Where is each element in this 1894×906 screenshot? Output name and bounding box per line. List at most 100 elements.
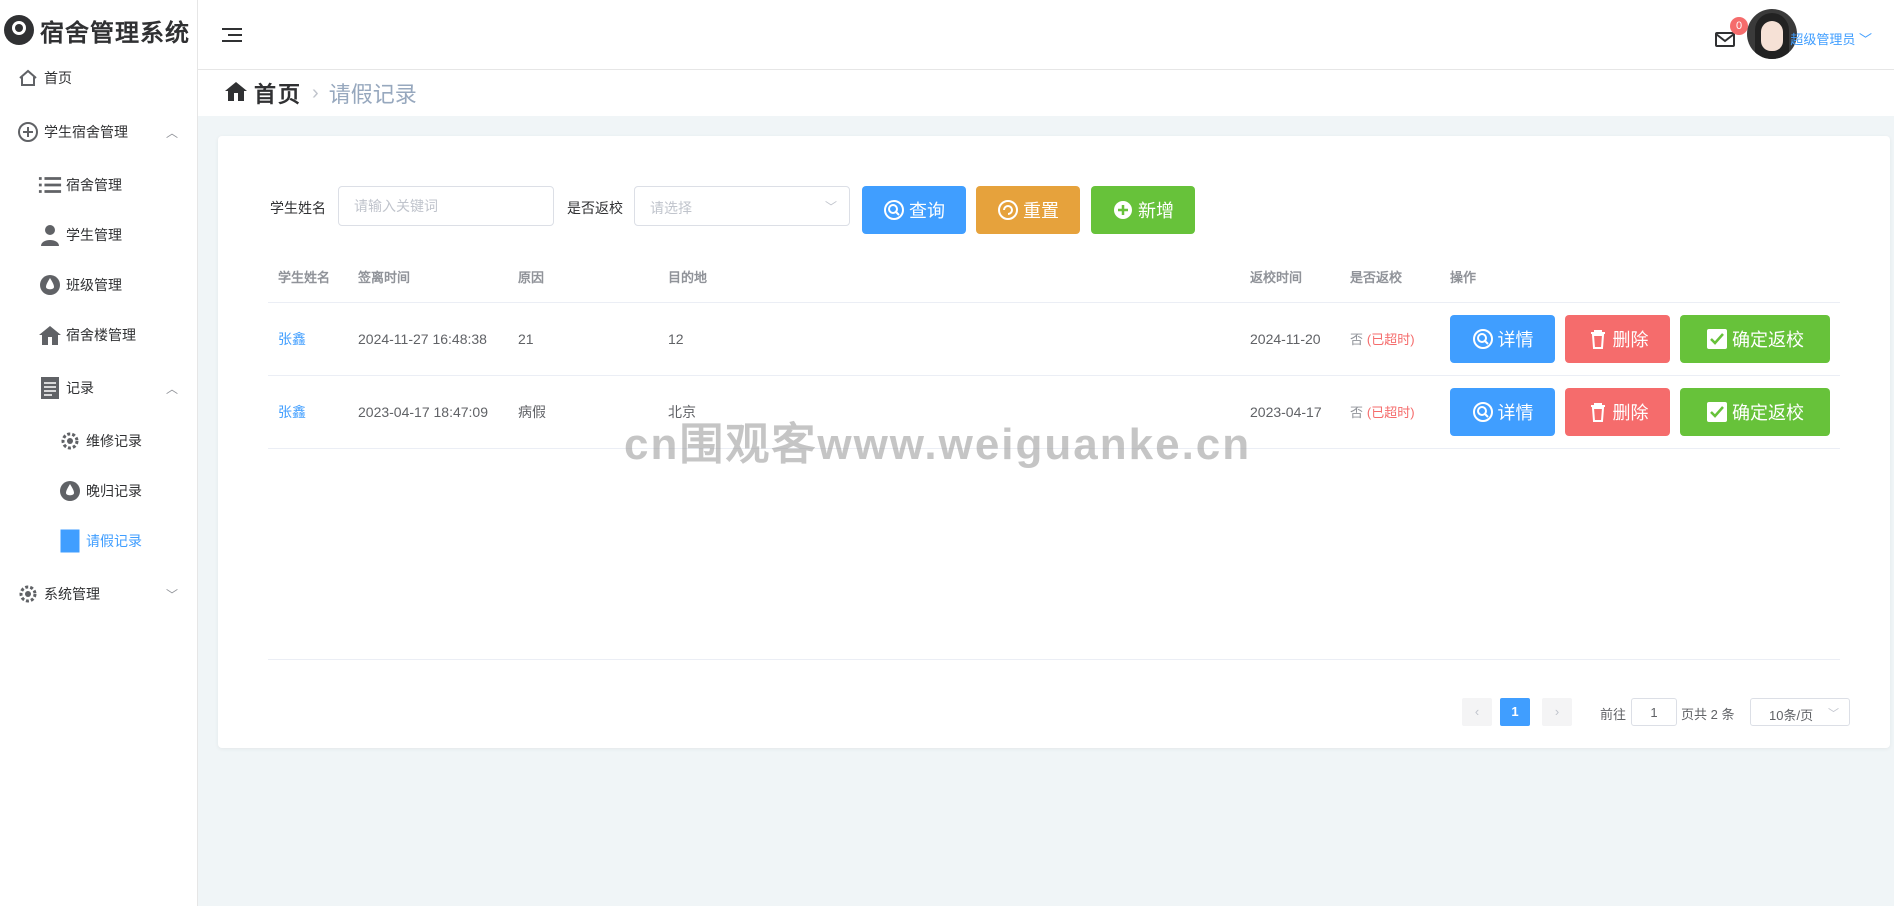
top-header: 0 超级管理员 ﹀: [198, 0, 1894, 70]
sidebar-item-late-return[interactable]: 晚归记录: [0, 471, 198, 511]
column-header: 原因: [518, 270, 545, 285]
sidebar-item-label: 学生管理: [66, 227, 122, 243]
user-menu[interactable]: 超级管理员 ﹀: [1790, 29, 1872, 48]
returned-status: 否 (已超时): [1350, 303, 1415, 376]
drop-icon: [58, 479, 82, 503]
app-title: 宿舍管理系统: [40, 19, 190, 47]
list-icon: [38, 173, 62, 197]
returned-value: 否: [1350, 332, 1364, 347]
gear-icon: [16, 582, 40, 606]
table-bottom-border: [268, 659, 1840, 660]
chevron-up-icon: ︿: [165, 381, 178, 396]
student-name-input[interactable]: [338, 186, 554, 226]
trash-icon: [1587, 328, 1609, 350]
next-page-button[interactable]: ›: [1542, 698, 1572, 726]
chevron-up-icon: ︿: [165, 125, 178, 140]
breadcrumb-current: 请假记录: [328, 82, 417, 107]
home-icon: [16, 66, 40, 90]
leave-time: 2023-04-17 18:47:09: [358, 404, 488, 420]
building-icon: [38, 323, 62, 347]
table-divider: [268, 448, 1840, 449]
table-row: 张鑫 2024-11-27 16:48:38 21 12 2024-11-20 …: [268, 302, 1840, 375]
sidebar-item-student[interactable]: 学生管理: [0, 215, 198, 255]
confirm-return-button[interactable]: 确定返校: [1680, 315, 1830, 363]
app-logo: 宿舍管理系统: [0, 0, 197, 60]
detail-button-label: 详情: [1497, 330, 1534, 350]
reset-button-label: 重置: [1023, 201, 1059, 221]
delete-button-label: 删除: [1612, 330, 1649, 350]
column-header: 操作: [1450, 270, 1477, 285]
sidebar-item-leave[interactable]: 请假记录: [0, 521, 198, 561]
delete-button[interactable]: 删除: [1565, 315, 1670, 363]
reset-button[interactable]: 重置: [976, 186, 1080, 234]
logo-icon: [4, 15, 34, 45]
sidebar-item-records[interactable]: 记录 ︿: [0, 368, 198, 408]
return-time: 2024-11-20: [1250, 331, 1321, 347]
returned-select[interactable]: 请选择 ﹀: [634, 186, 850, 226]
reason: 21: [518, 331, 534, 347]
sidebar-item-dorm-group[interactable]: 学生宿舍管理 ︿: [0, 112, 198, 152]
page-size-value: 10条/页: [1769, 708, 1814, 723]
student-name-link[interactable]: 张鑫: [278, 376, 306, 449]
plus-circle-icon: [1112, 199, 1134, 221]
leave-time: 2024-11-27 16:48:38: [358, 331, 487, 347]
search-icon: [1472, 328, 1494, 350]
add-button-label: 新增: [1138, 201, 1174, 221]
confirm-return-button-label: 确定返校: [1732, 330, 1804, 350]
delete-button[interactable]: 删除: [1565, 388, 1670, 436]
message-badge: 0: [1730, 17, 1748, 35]
sidebar-item-repair[interactable]: 维修记录: [0, 421, 198, 461]
confirm-return-button-label: 确定返校: [1732, 403, 1804, 423]
returned-select-placeholder: 请选择: [650, 200, 692, 216]
detail-button[interactable]: 详情: [1450, 388, 1555, 436]
column-header: 签离时间: [358, 270, 411, 285]
page-number-1[interactable]: 1: [1500, 698, 1530, 726]
sidebar-item-label: 班级管理: [66, 277, 122, 293]
gear-icon: [58, 429, 82, 453]
column-header: 是否返校: [1350, 270, 1403, 285]
column-header: 返校时间: [1250, 270, 1303, 285]
sidebar-item-label: 晚归记录: [86, 483, 142, 499]
detail-button[interactable]: 详情: [1450, 315, 1555, 363]
sidebar-item-label: 维修记录: [86, 433, 142, 449]
overdue-badge: (已超时): [1366, 405, 1415, 420]
sidebar-item-label: 记录: [66, 380, 94, 396]
user-name: 超级管理员: [1790, 32, 1856, 47]
prev-page-button[interactable]: ‹: [1462, 698, 1492, 726]
add-button[interactable]: 新增: [1091, 186, 1195, 234]
plus-circle-icon: [16, 120, 40, 144]
confirm-return-button[interactable]: 确定返校: [1680, 388, 1830, 436]
table-row: 张鑫 2023-04-17 18:47:09 病假 北京 2023-04-17 …: [268, 375, 1840, 448]
breadcrumb-home[interactable]: 首页: [254, 77, 302, 109]
student-name-label: 学生姓名: [270, 200, 326, 216]
breadcrumb: 首页 › 请假记录: [198, 70, 1894, 116]
menu-toggle-icon[interactable]: [222, 28, 242, 44]
goto-label: 前往: [1600, 707, 1627, 722]
query-button[interactable]: 查询: [862, 186, 966, 234]
refresh-icon: [997, 199, 1019, 221]
sidebar-item-label: 宿舍管理: [66, 177, 122, 193]
document-icon: [38, 376, 62, 400]
column-header: 学生姓名: [278, 270, 331, 285]
goto-page-input[interactable]: [1631, 698, 1677, 726]
sidebar-item-class[interactable]: 班级管理: [0, 265, 198, 305]
document-icon: [58, 529, 82, 553]
destination: 北京: [668, 404, 696, 420]
delete-button-label: 删除: [1612, 403, 1649, 423]
chevron-down-icon: ﹀: [824, 200, 837, 214]
main-card: 学生姓名 是否返校 请选择 ﹀ 查询 重置 新增 学生姓名 签离时间 原因 目的…: [218, 136, 1890, 748]
returned-value: 否: [1350, 405, 1364, 420]
page-size-select[interactable]: 10条/页 ﹀: [1750, 698, 1850, 726]
drop-icon: [38, 273, 62, 297]
sidebar-item-dorm[interactable]: 宿舍管理: [0, 165, 198, 205]
sidebar-item-home[interactable]: 首页: [0, 58, 198, 98]
student-name-link[interactable]: 张鑫: [278, 303, 306, 376]
query-button-label: 查询: [909, 201, 945, 221]
sidebar: 宿舍管理系统 首页 学生宿舍管理 ︿ 宿舍管理 学生管理 班级管理 宿舍楼管理 …: [0, 0, 198, 906]
check-square-icon: [1706, 401, 1728, 423]
search-icon: [883, 199, 905, 221]
reason: 病假: [518, 404, 546, 420]
sidebar-item-building[interactable]: 宿舍楼管理: [0, 315, 198, 355]
sidebar-item-system[interactable]: 系统管理 ﹀: [0, 574, 198, 614]
column-header: 目的地: [668, 270, 708, 285]
